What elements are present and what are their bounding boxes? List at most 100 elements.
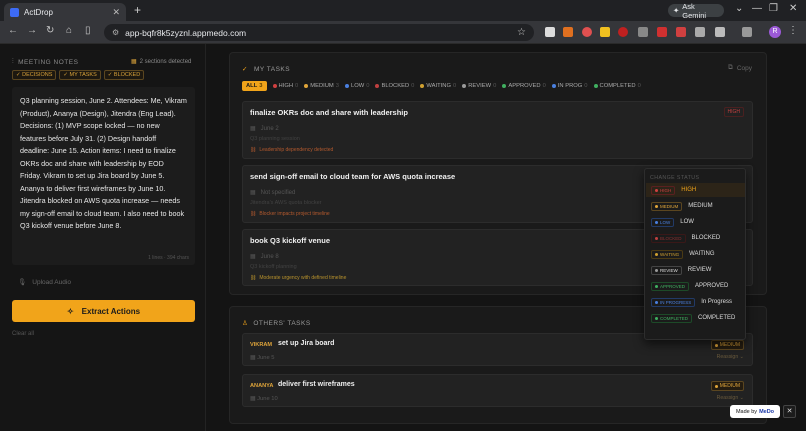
sections-detected-text: 2 sections detected xyxy=(139,58,192,65)
status-label: COMPLETED xyxy=(698,315,736,321)
sidebar-icon[interactable]: ▯ xyxy=(85,25,91,36)
extract-actions-button[interactable]: ✧ Extract Actions xyxy=(12,300,195,322)
status-badge: LOW xyxy=(651,217,675,227)
status-option-low[interactable]: LOW LOW xyxy=(646,215,745,229)
extension-puzzle-red-icon[interactable] xyxy=(676,27,686,37)
filter-all[interactable]: ALL 3 xyxy=(242,81,267,91)
others-task-date-text: June 5 xyxy=(257,355,275,361)
status-option-blocked[interactable]: BLOCKED BLOCKED xyxy=(646,231,745,245)
copy-label: Copy xyxy=(736,64,752,72)
bookmark-star-icon[interactable]: ☆ xyxy=(517,27,526,38)
notes-char-count: 1 lines · 394 chars xyxy=(148,255,189,261)
blocked-dot-icon xyxy=(375,84,380,88)
status-option-high[interactable]: HIGH HIGH xyxy=(646,183,745,197)
filter-waiting[interactable]: WAITING 0 xyxy=(420,83,456,89)
extension-shield-icon[interactable] xyxy=(600,27,610,37)
filter-count: 0 xyxy=(493,83,497,89)
filter-review[interactable]: REVIEW 0 xyxy=(462,83,496,89)
back-icon[interactable]: ← xyxy=(8,25,18,36)
ask-gemini-button[interactable]: ✦ Ask Gemini xyxy=(668,2,724,20)
restore-icon[interactable]: ❐ xyxy=(769,3,778,14)
tab-search-icon[interactable] xyxy=(742,27,752,37)
status-badge: WAITING xyxy=(651,249,684,259)
priority-badge[interactable]: MEDIUM xyxy=(710,381,744,391)
filter-blocked[interactable]: BLOCKED 0 xyxy=(375,83,414,89)
address-bar[interactable]: ⚙ app-bqfr8k5zyznl.appmedo.com ☆ xyxy=(104,24,534,41)
status-badge-text: APPROVED xyxy=(660,283,686,289)
extension-abp-icon[interactable] xyxy=(657,27,667,37)
made-with-medo-badge[interactable]: Made by MeDo xyxy=(730,405,780,418)
browser-menu-icon[interactable]: ⋮ xyxy=(788,25,798,36)
status-option-waiting[interactable]: WAITING WAITING xyxy=(646,247,745,261)
window-dropdown-icon[interactable]: ⌄ xyxy=(735,3,743,14)
extension-drop-icon[interactable] xyxy=(618,27,628,37)
filter-count: 0 xyxy=(411,83,415,89)
chip-my-tasks[interactable]: ✓ MY TASKS xyxy=(59,70,101,80)
status-option-medium[interactable]: MEDIUM MEDIUM xyxy=(646,199,745,213)
minimize-icon[interactable]: — xyxy=(752,3,762,14)
priority-badge[interactable]: MEDIUM xyxy=(710,340,744,350)
forward-icon[interactable]: → xyxy=(27,25,37,36)
status-option-completed[interactable]: COMPLETED COMPLETED xyxy=(646,311,745,325)
task-card[interactable]: finalize OKRs doc and share with leaders… xyxy=(242,101,753,159)
extension-mail-icon[interactable] xyxy=(545,27,555,37)
filter-low[interactable]: LOW 0 xyxy=(345,83,369,89)
status-label: HIGH xyxy=(681,187,697,193)
filter-medium[interactable]: MEDIUM 3 xyxy=(304,83,339,89)
reload-icon[interactable]: ↻ xyxy=(46,25,54,36)
meeting-notes-textarea[interactable]: Q3 planning session, June 2. Attendees: … xyxy=(12,87,195,265)
task-title: finalize OKRs doc and share with leaders… xyxy=(250,108,408,117)
site-info-icon[interactable]: ⚙ xyxy=(112,28,119,37)
extension-gray-icon[interactable] xyxy=(638,27,648,37)
status-dot-icon xyxy=(655,236,658,240)
profile-avatar[interactable]: R xyxy=(769,26,781,38)
status-option-review[interactable]: REVIEW REVIEW xyxy=(646,263,745,277)
chip-blocked[interactable]: ✓ BLOCKED xyxy=(103,70,145,80)
close-badge-icon[interactable]: ✕ xyxy=(783,405,796,418)
status-option-in-progress[interactable]: IN PROGRESS In Progress xyxy=(646,295,745,309)
notes-icon: ⫶ xyxy=(12,58,15,65)
reassign-dropdown[interactable]: Reassign ⌄ xyxy=(717,395,744,401)
filter-label: LOW xyxy=(351,83,365,89)
extension-brave-icon[interactable] xyxy=(563,27,573,37)
assignee-name: VIKRAM xyxy=(250,342,273,348)
priority-badge[interactable]: HIGH xyxy=(723,107,744,117)
copy-button[interactable]: ⧉ Copy xyxy=(728,64,752,72)
browser-tab[interactable]: ActDrop ✕ xyxy=(4,3,126,21)
extension-red-icon[interactable] xyxy=(582,27,592,37)
waiting-dot-icon xyxy=(420,84,425,88)
filter-high[interactable]: HIGH 0 xyxy=(272,83,298,89)
completed-dot-icon xyxy=(593,84,598,88)
close-window-icon[interactable]: ✕ xyxy=(789,3,797,14)
filter-in-progress[interactable]: IN PROG 0 xyxy=(551,83,588,89)
status-dot-icon xyxy=(655,252,658,256)
chip-label: BLOCKED xyxy=(113,72,141,78)
new-tab-icon[interactable]: + xyxy=(134,3,141,17)
home-icon[interactable]: ⌂ xyxy=(66,25,72,36)
chip-decisions[interactable]: ✓ DECISIONS xyxy=(12,70,57,80)
low-dot-icon xyxy=(345,84,349,88)
filter-approved[interactable]: APPROVED 0 xyxy=(502,83,546,89)
filter-count: 0 xyxy=(584,83,588,89)
clear-all-link[interactable]: Clear all xyxy=(12,331,34,337)
meeting-notes-header: ⫶ MEETING NOTES xyxy=(12,58,78,66)
extensions-puzzle-icon[interactable] xyxy=(715,27,725,37)
status-option-approved[interactable]: APPROVED APPROVED xyxy=(646,279,745,293)
extension-refresh-icon[interactable] xyxy=(695,27,705,37)
high-dot-icon xyxy=(272,84,277,88)
chip-label: MY TASKS xyxy=(69,72,97,78)
task-date: ▦ June 8 xyxy=(250,253,279,261)
filter-label: IN PROG xyxy=(557,83,583,89)
others-task-card[interactable]: ANANYA deliver first wireframes ▦ June 1… xyxy=(242,374,753,407)
status-label: APPROVED xyxy=(695,283,729,289)
reassign-dropdown[interactable]: Reassign ⌄ xyxy=(717,354,744,360)
status-dot-icon xyxy=(655,188,658,192)
filter-label: MEDIUM xyxy=(310,83,334,89)
status-dot-icon xyxy=(655,316,658,320)
filter-completed[interactable]: COMPLETED 0 xyxy=(593,83,641,89)
upload-audio-button[interactable]: 🎙 Upload Audio xyxy=(18,278,71,287)
filter-label: HIGH xyxy=(278,83,294,89)
status-dot-icon xyxy=(655,284,658,288)
close-tab-icon[interactable]: ✕ xyxy=(112,7,120,18)
task-date-text: June 2 xyxy=(260,125,279,132)
